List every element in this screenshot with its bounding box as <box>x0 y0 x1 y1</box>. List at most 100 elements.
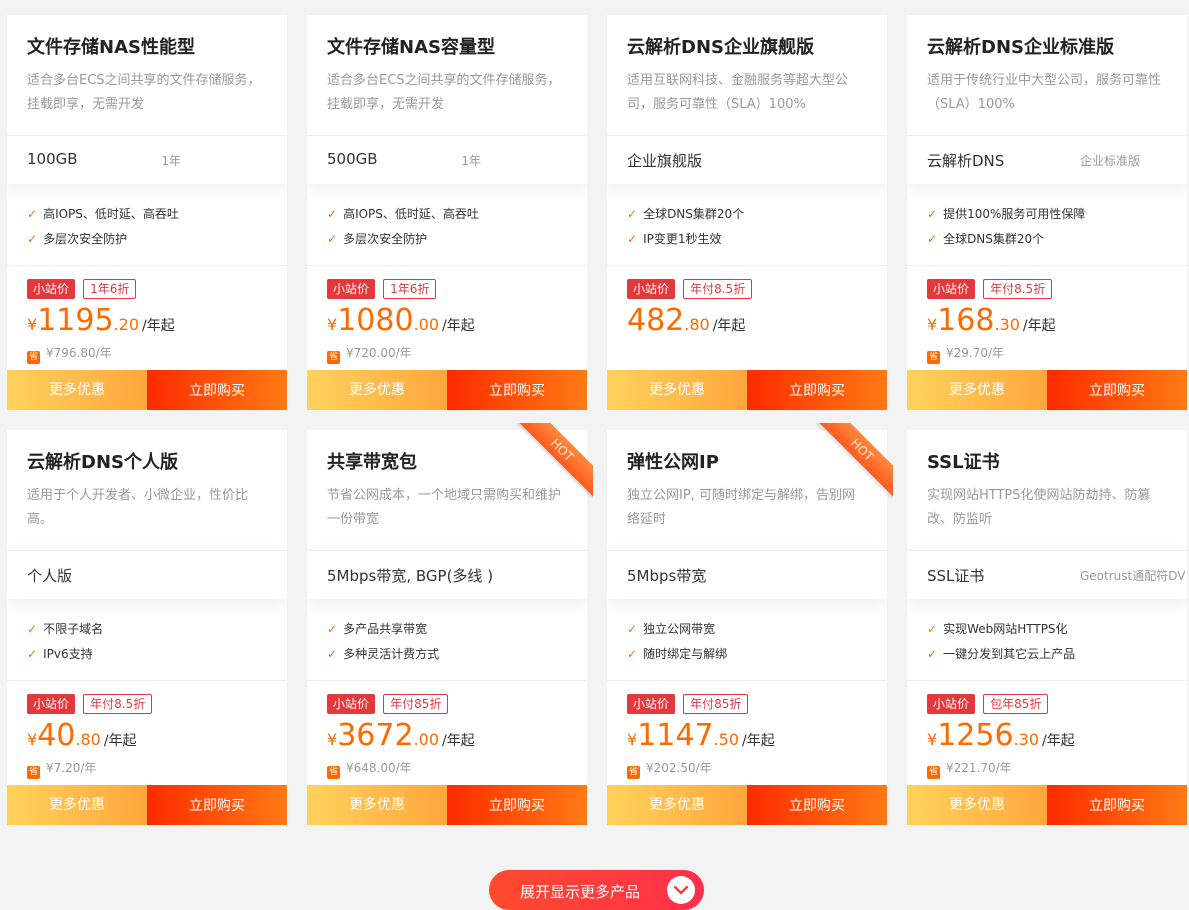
spec-bar[interactable]: 500GB 1年 <box>307 135 587 184</box>
check-icon: ✓ <box>927 232 938 246</box>
discount-tag: 年付8.5折 <box>683 279 753 299</box>
card-description: 适合多台ECS之间共享的文件存储服务，挂载即享，无需开发 <box>27 73 261 112</box>
more-offers-button[interactable]: 更多优惠 <box>307 370 447 410</box>
product-card: 文件存储NAS容量型 适合多台ECS之间共享的文件存储服务，挂载即享，无需开发 … <box>307 15 587 410</box>
check-icon: ✓ <box>927 622 938 636</box>
feature-item: ✓ 全球DNS集群20个 <box>627 207 745 221</box>
spec-value: 云解析DNS <box>927 152 1005 170</box>
tag-row: 小站价 1年6折 <box>27 278 137 299</box>
card-title[interactable]: 云解析DNS个人版 <box>27 448 178 474</box>
more-offers-button[interactable]: 更多优惠 <box>907 785 1047 825</box>
spec-bar[interactable]: 5Mbps带宽 <box>607 550 887 599</box>
card-title[interactable]: 文件存储NAS性能型 <box>27 33 195 59</box>
feature-item: ✓ 多产品共享带宽 <box>327 622 428 636</box>
currency-symbol: ¥ <box>327 730 338 749</box>
buy-now-button[interactable]: 立即购买 <box>747 785 887 825</box>
buy-now-button[interactable]: 立即购买 <box>447 785 587 825</box>
save-icon: 省 <box>27 351 40 364</box>
buy-now-button[interactable]: 立即购买 <box>1047 785 1187 825</box>
feature-list: ✓ 多产品共享带宽 ✓ 多种灵活计费方式 <box>327 617 439 667</box>
discount-tag: 1年6折 <box>83 279 137 299</box>
price-decimal: .00 <box>413 730 439 749</box>
price-unit: /年起 <box>142 318 175 334</box>
savings-row: 省 ¥29.70/年 <box>927 344 1004 364</box>
savings-row: 省 ¥202.50/年 <box>627 759 712 779</box>
savings-amount: ¥29.70/年 <box>946 346 1005 360</box>
more-offers-button[interactable]: 更多优惠 <box>607 370 747 410</box>
price-integer: 482 <box>627 303 685 338</box>
check-icon: ✓ <box>27 647 38 661</box>
feature-item: ✓ IP变更1秒生效 <box>627 232 722 246</box>
spec-edition: Geotrust通配符DV <box>1080 569 1186 583</box>
price: ¥168.30/年起 <box>927 303 1056 338</box>
discount-tag: 包年85折 <box>983 694 1049 714</box>
card-title[interactable]: SSL证书 <box>927 448 1000 474</box>
divider <box>7 265 287 266</box>
buy-now-button[interactable]: 立即购买 <box>447 370 587 410</box>
more-offers-button[interactable]: 更多优惠 <box>907 370 1047 410</box>
more-offers-button[interactable]: 更多优惠 <box>7 370 147 410</box>
savings-row: 省 ¥221.70/年 <box>927 759 1012 779</box>
feature-item: ✓ 一键分发到其它云上产品 <box>927 647 1076 661</box>
buy-now-button[interactable]: 立即购买 <box>747 370 887 410</box>
price-unit: /年起 <box>1042 733 1075 749</box>
card-title[interactable]: 云解析DNS企业标准版 <box>927 33 1114 59</box>
card-title[interactable]: 文件存储NAS容量型 <box>327 33 495 59</box>
buy-now-button[interactable]: 立即购买 <box>147 785 287 825</box>
price: 482.80/年起 <box>627 303 745 338</box>
check-icon: ✓ <box>27 622 38 636</box>
feature-item: ✓ 实现Web网站HTTPS化 <box>927 622 1068 636</box>
site-price-tag: 小站价 <box>627 694 676 714</box>
tag-row: 小站价 包年85折 <box>927 693 1049 714</box>
divider <box>607 265 887 266</box>
product-card: 云解析DNS企业标准版 适用于传统行业中大型公司，服务可靠性（SLA）100% … <box>907 15 1187 410</box>
spec-value: 5Mbps带宽, BGP(多线 ) <box>327 567 494 585</box>
check-icon: ✓ <box>327 647 338 661</box>
card-description: 适用互联网科技、金融服务等超大型公司，服务可靠性（SLA）100% <box>627 73 849 112</box>
price-integer: 3672 <box>337 718 414 753</box>
discount-tag: 年付8.5折 <box>983 279 1053 299</box>
feature-item: ✓ 高IOPS、低时延、高吞吐 <box>27 207 179 221</box>
more-offers-button[interactable]: 更多优惠 <box>307 785 447 825</box>
price-integer: 1256 <box>937 718 1014 753</box>
expand-more-products-button[interactable]: 展开显示更多产品 <box>489 870 704 910</box>
spec-bar[interactable]: 100GB 1年 <box>7 135 287 184</box>
site-price-tag: 小站价 <box>627 279 676 299</box>
check-icon: ✓ <box>627 647 638 661</box>
card-title[interactable]: 共享带宽包 <box>327 448 417 474</box>
price: ¥1080.00/年起 <box>327 303 475 338</box>
feature-item: ✓ 随时绑定与解绑 <box>627 647 728 661</box>
product-card: 云解析DNS企业旗舰版 适用互联网科技、金融服务等超大型公司，服务可靠性（SLA… <box>607 15 887 410</box>
spec-bar[interactable]: SSL证书 Geotrust通配符DV <box>907 550 1187 599</box>
savings-row: 省 ¥7.20/年 <box>27 759 96 779</box>
more-offers-button[interactable]: 更多优惠 <box>607 785 747 825</box>
spec-bar[interactable]: 个人版 <box>7 550 287 599</box>
price-integer: 1195 <box>37 303 114 338</box>
spec-value: 500GB <box>327 150 378 168</box>
spec-bar[interactable]: 5Mbps带宽, BGP(多线 ) <box>307 550 587 599</box>
savings-amount: ¥202.50/年 <box>646 761 712 775</box>
expand-label: 展开显示更多产品 <box>520 883 641 901</box>
price: ¥3672.00/年起 <box>327 718 475 753</box>
price-unit: /年起 <box>442 318 475 334</box>
feature-list: ✓ 高IOPS、低时延、高吞吐 ✓ 多层次安全防护 <box>327 202 479 252</box>
more-offers-button[interactable]: 更多优惠 <box>7 785 147 825</box>
feature-item: ✓ 多种灵活计费方式 <box>327 647 440 661</box>
hot-ribbon: HOT <box>815 423 893 501</box>
tag-row: 小站价 年付8.5折 <box>927 278 1053 299</box>
spec-bar[interactable]: 云解析DNS 企业标准版 <box>907 135 1187 184</box>
feature-list: ✓ 高IOPS、低时延、高吞吐 ✓ 多层次安全防护 <box>27 202 179 252</box>
save-icon: 省 <box>327 766 340 779</box>
divider <box>907 680 1187 681</box>
buy-now-button[interactable]: 立即购买 <box>147 370 287 410</box>
spec-bar[interactable]: 企业旗舰版 <box>607 135 887 184</box>
feature-list: ✓ 独立公网带宽 ✓ 随时绑定与解绑 <box>627 617 727 667</box>
buy-now-button[interactable]: 立即购买 <box>1047 370 1187 410</box>
card-title[interactable]: 弹性公网IP <box>627 448 719 474</box>
price-unit: /年起 <box>103 733 137 749</box>
check-icon: ✓ <box>927 647 938 661</box>
card-title[interactable]: 云解析DNS企业旗舰版 <box>627 33 814 59</box>
check-icon: ✓ <box>27 232 38 246</box>
save-icon: 省 <box>927 766 940 779</box>
price-decimal: .50 <box>713 730 739 749</box>
